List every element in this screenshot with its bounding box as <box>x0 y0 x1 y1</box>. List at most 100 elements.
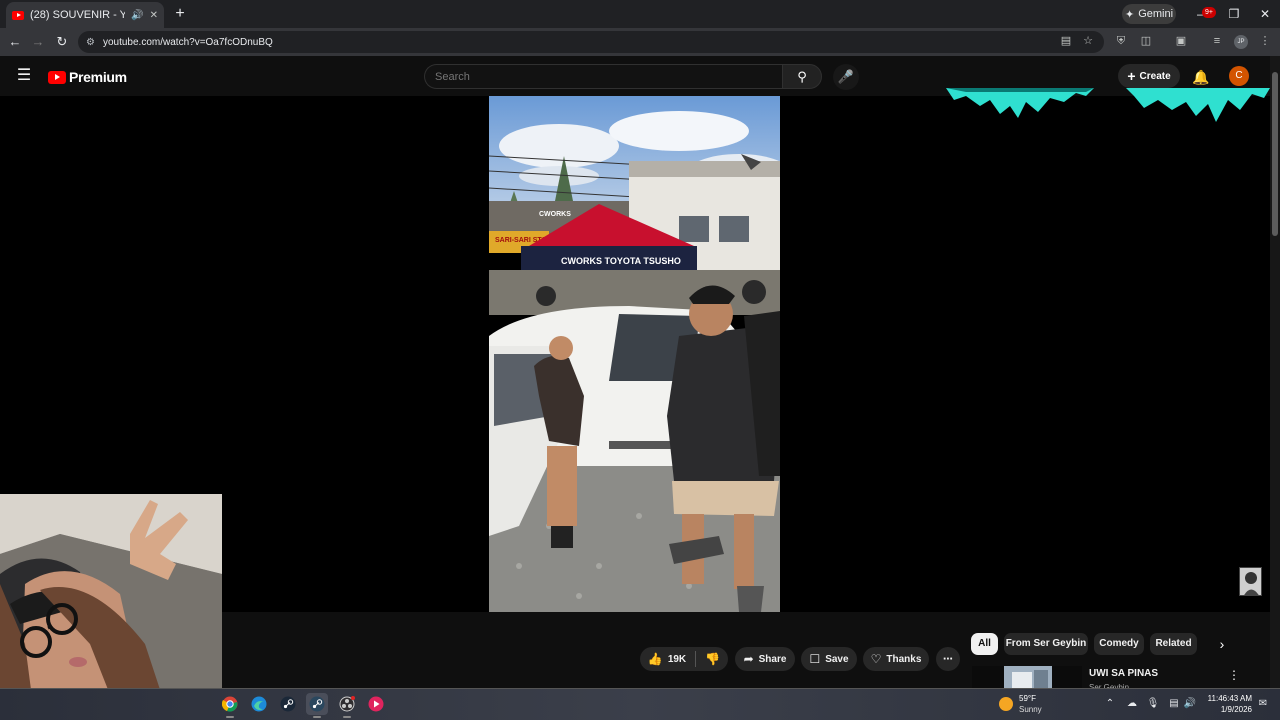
tab-close-icon[interactable]: ✕ <box>150 10 158 21</box>
related-video-title[interactable]: UWI SA PINAS <box>1089 668 1158 679</box>
youtube-favicon-icon <box>12 10 24 20</box>
channel-watermark[interactable] <box>1239 567 1262 596</box>
steam-icon <box>280 696 296 712</box>
thumbs-up-icon[interactable]: 👍 <box>648 652 663 666</box>
thanks-button[interactable]: ♡ Thanks <box>863 647 929 671</box>
chip-related[interactable]: Related <box>1150 633 1197 655</box>
watermark-avatar-icon <box>1240 568 1261 595</box>
microphone-icon: 🎤 <box>837 69 855 84</box>
browser-menu-icon[interactable]: ⋮ <box>1256 32 1274 50</box>
microphone-tray-icon[interactable]: 🎙 <box>1146 697 1160 711</box>
like-divider <box>695 651 697 667</box>
search-button[interactable]: ⚲ <box>782 64 822 89</box>
sun-icon[interactable] <box>999 697 1013 711</box>
save-button[interactable]: ☐ Save <box>801 647 857 671</box>
taskbar-media-player[interactable] <box>365 693 387 715</box>
extensions-puzzle-icon[interactable]: ◫ <box>1137 32 1155 50</box>
chevron-right-icon[interactable]: › <box>1212 634 1232 654</box>
weather-temperature[interactable]: 59°F <box>1019 694 1036 703</box>
chrome-icon <box>222 696 238 712</box>
play-icon <box>368 696 384 712</box>
audio-visualizer <box>946 88 1270 122</box>
bookmark-icon: ☐ <box>809 652 821 666</box>
more-actions-button[interactable]: ⋯ <box>936 647 960 671</box>
install-app-icon[interactable]: ▤ <box>1057 32 1075 50</box>
taskbar-steam[interactable] <box>277 693 299 715</box>
related-video-thumbnail[interactable] <box>972 666 1082 688</box>
hamburger-menu-icon[interactable]: ☰ <box>14 66 34 86</box>
super-thanks-icon: ♡ <box>870 652 882 666</box>
weather-condition[interactable]: Sunny <box>1019 705 1042 714</box>
plus-icon: + <box>1127 68 1136 84</box>
cloud-sync-icon[interactable]: ☁ <box>1125 697 1139 711</box>
share-label: Share <box>758 653 787 665</box>
address-bar[interactable]: ⚙ youtube.com/watch?v=Oa7fcODnuBQ <box>78 31 1104 53</box>
browser-toolbar: ← → ↻ ⚙ youtube.com/watch?v=Oa7fcODnuBQ … <box>0 28 1280 56</box>
video-scene: SARI-SARI STORE-YA CWORKS CWORKS TOYOTA … <box>489 96 780 612</box>
media-control-icon[interactable]: ≡ <box>1208 32 1226 50</box>
more-vertical-icon[interactable]: ⋮ <box>1226 668 1242 684</box>
related-thumbnail-image <box>972 666 1082 688</box>
account-avatar[interactable]: C <box>1229 66 1249 86</box>
browser-profile-avatar[interactable]: JP <box>1234 35 1248 49</box>
taskbar-chrome[interactable] <box>219 693 241 718</box>
sparkle-icon: ✦ <box>1124 8 1135 21</box>
chip-comedy[interactable]: Comedy <box>1094 633 1144 655</box>
notification-center-icon[interactable]: ✉ <box>1256 697 1270 711</box>
url-text: youtube.com/watch?v=Oa7fcODnuBQ <box>102 36 273 48</box>
running-indicator <box>343 716 351 718</box>
restore-icon[interactable]: ❐ <box>1224 4 1244 24</box>
speaker-icon[interactable]: 🔊 <box>131 10 143 21</box>
youtube-logo-icon <box>48 70 66 84</box>
cast-icon[interactable]: ▣ <box>1172 32 1190 50</box>
page-scrollbar-thumb[interactable] <box>1272 72 1278 236</box>
video-frame[interactable]: SARI-SARI STORE-YA CWORKS CWORKS TOYOTA … <box>489 96 780 612</box>
new-tab-button[interactable]: + <box>170 4 190 24</box>
webcam-overlay <box>0 494 222 720</box>
voice-search-button[interactable]: 🎤 <box>833 64 859 90</box>
save-label: Save <box>825 653 849 665</box>
windows-taskbar <box>0 688 1280 720</box>
search-input[interactable] <box>424 64 782 89</box>
youtube-premium-logo[interactable]: Premium <box>48 69 127 85</box>
tab-title: (28) SOUVENIR - YouTube <box>30 9 126 21</box>
taskbar-edge[interactable] <box>248 693 270 715</box>
share-button[interactable]: ➦ Share <box>735 647 795 671</box>
thanks-label: Thanks <box>886 653 922 665</box>
taskbar-obs[interactable] <box>336 693 358 718</box>
canopy-top-text: CWORKS <box>539 211 571 218</box>
clock-time[interactable]: 11:46:43 AM <box>1206 694 1252 703</box>
network-icon[interactable]: ▤ <box>1167 697 1181 711</box>
like-dislike-group: 👍 19K 👎 <box>640 647 728 671</box>
tray-chevron-up-icon[interactable]: ⌃ <box>1103 697 1117 711</box>
obs-icon <box>339 696 355 712</box>
shield-extension-icon[interactable]: ⛨ <box>1112 32 1130 50</box>
create-button[interactable]: + Create <box>1118 64 1180 88</box>
gemini-button[interactable]: ✦ Gemini <box>1122 4 1176 24</box>
running-indicator <box>313 716 321 718</box>
reload-icon[interactable]: ↻ <box>52 32 72 52</box>
clock-date[interactable]: 1/9/2026 <box>1206 705 1252 714</box>
back-arrow-icon[interactable]: ← <box>5 32 25 52</box>
bookmark-star-icon[interactable]: ☆ <box>1079 32 1097 50</box>
volume-icon[interactable]: 🔊 <box>1183 697 1197 711</box>
window-close-icon[interactable]: ✕ <box>1255 4 1275 24</box>
notification-badge: 9+ <box>1202 7 1216 18</box>
share-arrow-icon: ➦ <box>743 652 754 666</box>
site-settings-icon[interactable]: ⚙ <box>86 37 95 48</box>
browser-tab[interactable]: (28) SOUVENIR - YouTube 🔊 ✕ <box>6 2 164 28</box>
more-horizontal-icon: ⋯ <box>943 653 953 665</box>
search-icon: ⚲ <box>797 69 807 84</box>
running-indicator <box>226 716 234 718</box>
notifications-bell-icon[interactable]: 🔔 <box>1190 66 1212 88</box>
chip-from-channel[interactable]: From Ser Geybin <box>1004 633 1088 655</box>
browser-tab-strip: (28) SOUVENIR - YouTube 🔊 ✕ + ✦ Gemini —… <box>0 0 1280 28</box>
like-count[interactable]: 19K <box>668 654 686 665</box>
thumbs-down-icon[interactable]: 👎 <box>705 652 720 666</box>
logo-text: Premium <box>69 69 127 85</box>
taskbar-steam-active[interactable] <box>306 693 328 718</box>
webcam-feed <box>0 494 222 720</box>
chip-all[interactable]: All <box>971 633 998 655</box>
forward-arrow-icon[interactable]: → <box>28 32 48 52</box>
gemini-label: Gemini <box>1138 8 1174 20</box>
